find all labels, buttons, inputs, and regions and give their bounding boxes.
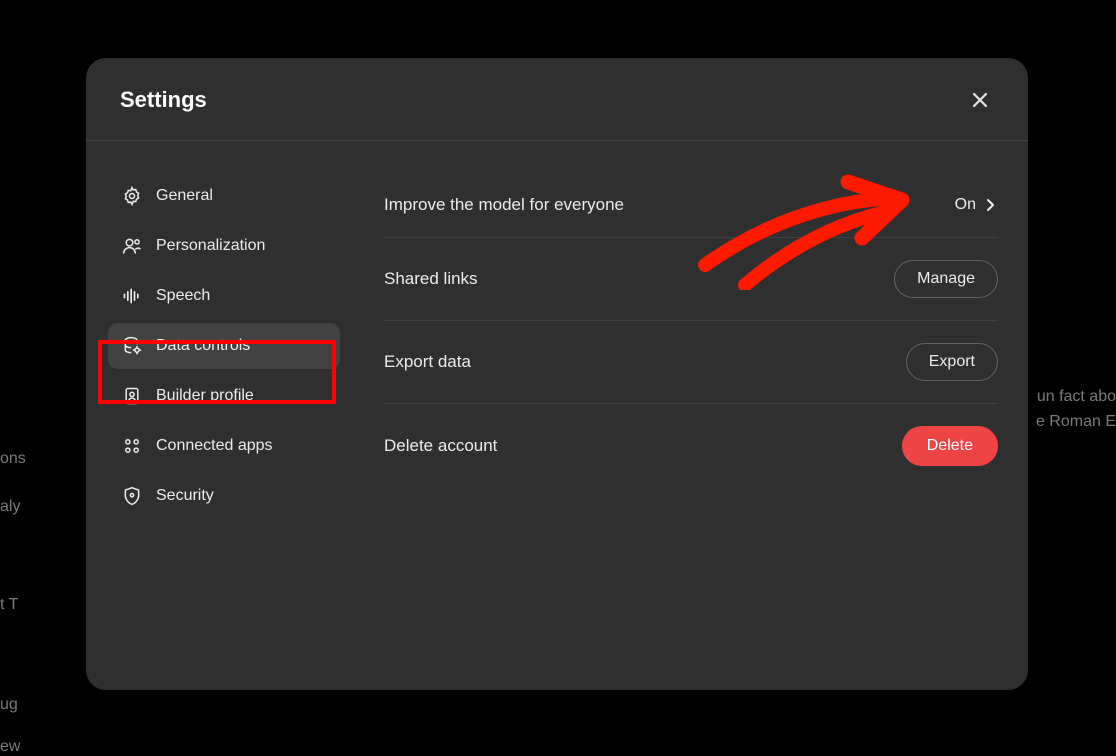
background-text: t T — [0, 596, 18, 614]
shield-icon — [122, 486, 142, 506]
sidebar-item-personalization[interactable]: Personalization — [108, 223, 340, 269]
database-icon — [122, 336, 142, 356]
sidebar-item-label: Connected apps — [156, 437, 273, 455]
sidebar-item-label: Security — [156, 487, 214, 505]
setting-row-improve-model: Improve the model for everyone On — [384, 173, 998, 238]
background-text: ons — [0, 450, 26, 468]
setting-label: Improve the model for everyone — [384, 195, 624, 215]
waveform-icon — [122, 286, 142, 306]
person-icon — [122, 236, 142, 256]
delete-button[interactable]: Delete — [902, 426, 998, 466]
close-button[interactable] — [966, 86, 994, 114]
improve-model-link[interactable]: On — [955, 196, 998, 214]
settings-sidebar: General Personalization — [108, 165, 340, 690]
export-button[interactable]: Export — [906, 343, 998, 381]
background-text: un fact abo — [1037, 388, 1116, 406]
background-text: ug — [0, 696, 18, 714]
background-text: ew — [0, 738, 20, 756]
settings-gear-icon — [122, 186, 142, 206]
chevron-right-icon — [982, 197, 998, 213]
modal-title: Settings — [120, 87, 207, 113]
sidebar-item-label: Speech — [156, 287, 210, 305]
close-icon — [971, 91, 989, 109]
modal-header: Settings — [86, 58, 1028, 141]
sidebar-item-speech[interactable]: Speech — [108, 273, 340, 319]
sidebar-item-connected-apps[interactable]: Connected apps — [108, 423, 340, 469]
sidebar-item-label: Personalization — [156, 237, 265, 255]
setting-row-shared-links: Shared links Manage — [384, 238, 998, 321]
setting-value-text: On — [955, 196, 976, 214]
setting-label: Export data — [384, 352, 471, 372]
sidebar-item-general[interactable]: General — [108, 173, 340, 219]
sidebar-item-security[interactable]: Security — [108, 473, 340, 519]
apps-grid-icon — [122, 436, 142, 456]
sidebar-item-label: Data controls — [156, 337, 250, 355]
setting-label: Delete account — [384, 436, 497, 456]
setting-label: Shared links — [384, 269, 478, 289]
manage-button[interactable]: Manage — [894, 260, 998, 298]
background-text: e Roman E — [1036, 413, 1116, 431]
profile-card-icon — [122, 386, 142, 406]
background-text: aly — [0, 498, 20, 516]
modal-body: General Personalization — [86, 141, 1028, 690]
settings-modal: Settings General — [86, 58, 1028, 690]
settings-content: Improve the model for everyone On Shared… — [340, 165, 998, 690]
sidebar-item-builder-profile[interactable]: Builder profile — [108, 373, 340, 419]
sidebar-item-label: Builder profile — [156, 387, 254, 405]
setting-row-export-data: Export data Export — [384, 321, 998, 404]
setting-row-delete-account: Delete account Delete — [384, 404, 998, 488]
sidebar-item-data-controls[interactable]: Data controls — [108, 323, 340, 369]
sidebar-item-label: General — [156, 187, 213, 205]
